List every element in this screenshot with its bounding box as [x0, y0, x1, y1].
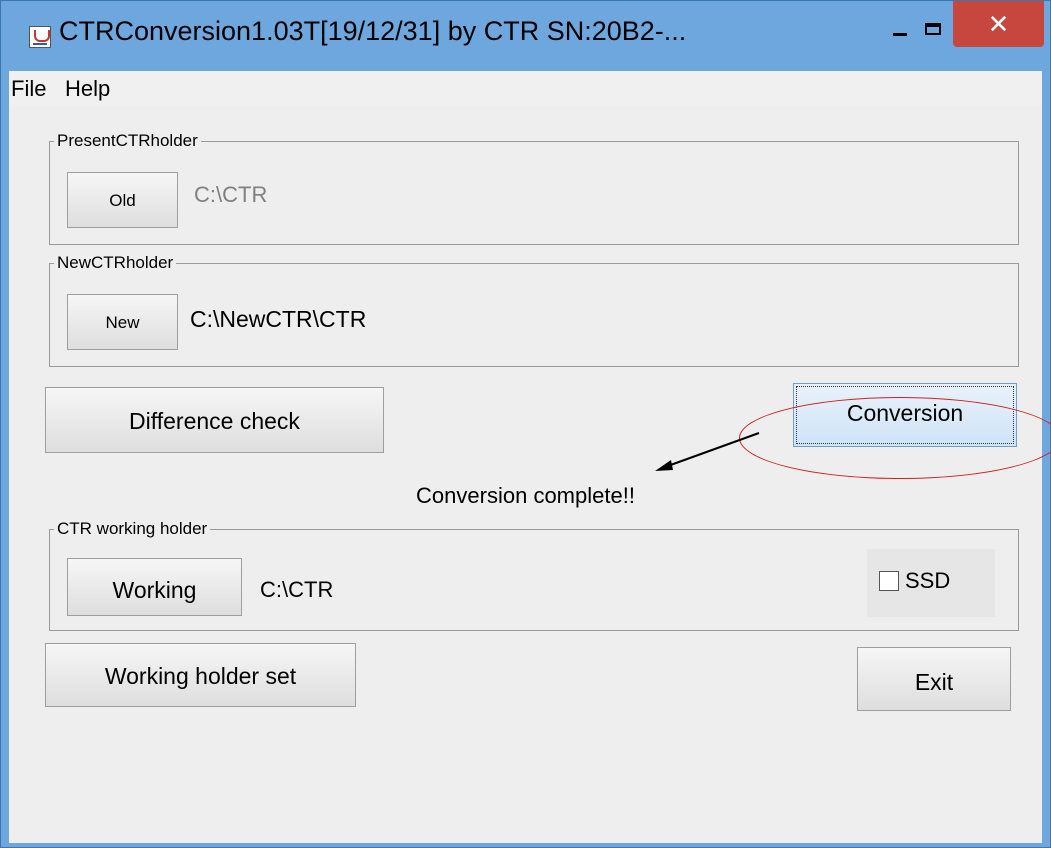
working-path: C:\CTR	[260, 577, 334, 602]
group-label-new: NewCTRholder	[54, 253, 177, 273]
ssd-label[interactable]: SSD	[905, 568, 950, 594]
minimize-icon[interactable]	[893, 33, 907, 36]
java-app-icon[interactable]	[29, 26, 51, 48]
exit-button[interactable]: Exit	[857, 647, 1011, 711]
arrow-icon	[655, 432, 760, 471]
new-path: C:\NewCTR\CTR	[190, 306, 367, 332]
group-label-working: CTR working holder	[54, 519, 211, 539]
present-path: C:\CTR	[194, 182, 268, 207]
ssd-panel: SSD	[867, 549, 995, 617]
menu-help[interactable]: Help	[65, 76, 110, 102]
annotation-ellipse	[739, 397, 1051, 479]
menu-bar: File Help	[9, 71, 1042, 105]
main-panel: PresentCTRholder Old C:\CTR NewCTRholder…	[9, 105, 1051, 843]
window-title: CTRConversion1.03T[19/12/31] by CTR SN:2…	[59, 16, 687, 46]
status-message: Conversion complete!!	[416, 483, 635, 508]
new-holder-group: NewCTRholder New C:\NewCTR\CTR	[49, 253, 1019, 367]
close-icon[interactable]: ✕	[953, 1, 1044, 47]
client-area: File Help PresentCTRholder Old C:\CTR Ne…	[9, 71, 1051, 843]
old-button[interactable]: Old	[67, 172, 178, 228]
working-button[interactable]: Working	[67, 558, 242, 616]
menu-file[interactable]: File	[11, 76, 46, 102]
group-label-present: PresentCTRholder	[54, 131, 201, 151]
title-bar[interactable]: CTRConversion1.03T[19/12/31] by CTR SN:2…	[1, 1, 1050, 71]
maximize-icon[interactable]	[925, 23, 941, 35]
app-window: CTRConversion1.03T[19/12/31] by CTR SN:2…	[0, 0, 1051, 848]
working-holder-set-button[interactable]: Working holder set	[45, 643, 356, 707]
new-button[interactable]: New	[67, 294, 178, 350]
present-holder-group: PresentCTRholder Old C:\CTR	[49, 131, 1019, 245]
ssd-checkbox[interactable]	[879, 571, 899, 591]
difference-check-button[interactable]: Difference check	[45, 387, 384, 453]
